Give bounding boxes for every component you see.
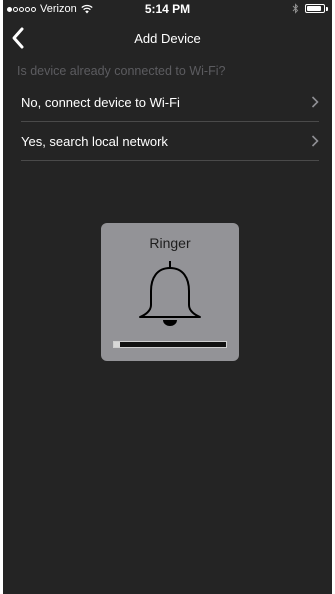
option-connect-wifi[interactable]: No, connect device to Wi-Fi [21, 83, 319, 122]
battery-icon [305, 4, 325, 13]
connection-question: Is device already connected to Wi-Fi? [17, 64, 226, 78]
navigation-bar: Add Device [3, 22, 332, 54]
chevron-right-icon [311, 135, 319, 147]
battery-tip [326, 6, 328, 11]
option-label: Yes, search local network [21, 134, 168, 149]
chevron-right-icon [311, 96, 319, 108]
app-screen: Verizon 5:14 PM Add Device Is device alr… [3, 0, 332, 594]
device-card: Ringer [101, 223, 239, 361]
progress-fill [114, 342, 120, 347]
option-label: No, connect device to Wi-Fi [21, 95, 180, 110]
status-right [292, 3, 328, 14]
bell-icon [139, 261, 201, 326]
option-search-network[interactable]: Yes, search local network [21, 122, 319, 161]
device-name: Ringer [149, 235, 191, 251]
bluetooth-icon [292, 3, 299, 14]
status-bar: Verizon 5:14 PM [3, 0, 332, 18]
status-time: 5:14 PM [144, 2, 191, 16]
page-title: Add Device [134, 31, 201, 46]
battery-level [307, 6, 321, 11]
setup-progress-bar [113, 341, 227, 348]
